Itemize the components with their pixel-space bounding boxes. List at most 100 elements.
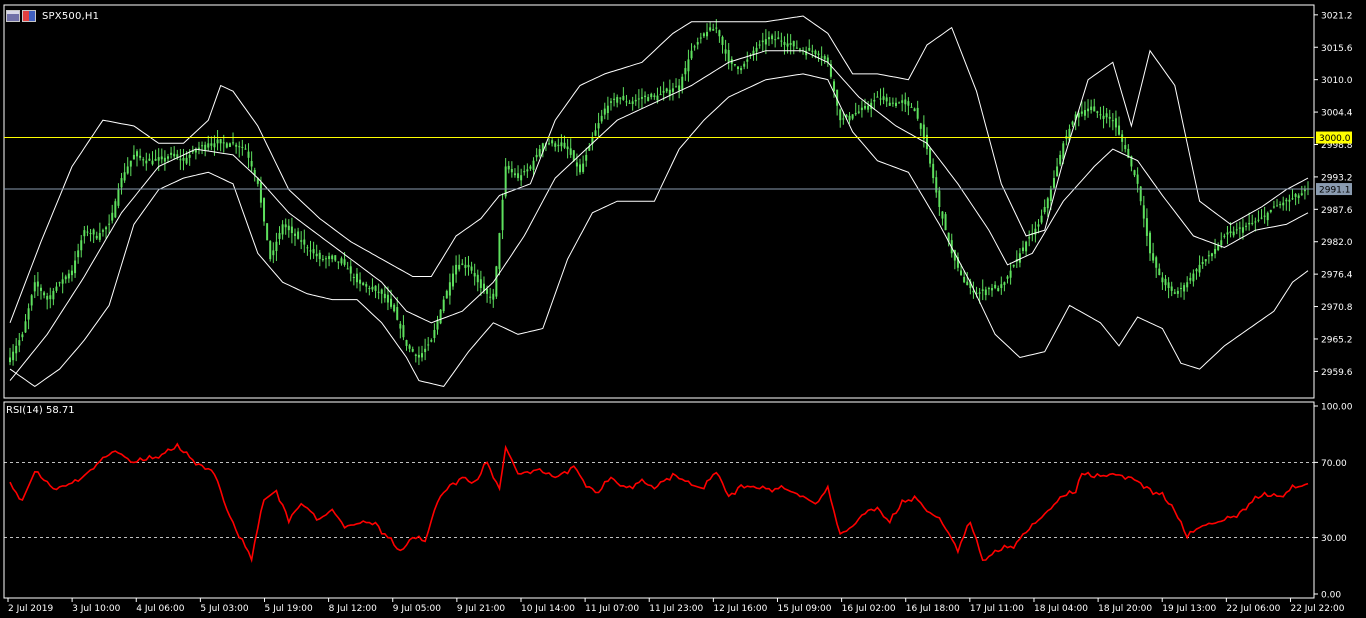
- candle-body: [1145, 218, 1148, 236]
- candle-body: [938, 190, 941, 207]
- candle-body: [36, 281, 39, 287]
- candle-body: [631, 101, 634, 105]
- candle-body: [1198, 264, 1201, 273]
- candle-body: [579, 164, 582, 173]
- candle-body: [597, 123, 600, 129]
- y-tick-label: 3004.4: [1321, 109, 1353, 119]
- candle-body: [287, 225, 290, 231]
- candle-body: [346, 268, 349, 270]
- candle-body: [1000, 284, 1003, 289]
- candle-body: [575, 162, 578, 167]
- candle-body: [898, 102, 901, 104]
- candle-body: [1018, 253, 1021, 263]
- candle-body: [891, 102, 894, 104]
- candle-body: [1124, 145, 1127, 150]
- candle-body: [960, 270, 963, 276]
- candle-body: [501, 199, 504, 231]
- candle-body: [706, 31, 709, 37]
- candle-body: [606, 105, 609, 114]
- x-tick-label: 22 Jul 06:00: [1226, 604, 1280, 614]
- candle-body: [402, 325, 405, 338]
- candle-body: [473, 272, 476, 277]
- candle-body: [1102, 115, 1105, 119]
- candle-body: [201, 145, 204, 147]
- candle-body: [1028, 237, 1031, 239]
- candle-body: [210, 143, 213, 146]
- candle-body: [885, 97, 888, 102]
- candle-body: [244, 148, 247, 150]
- x-tick-label: 18 Jul 20:00: [1098, 604, 1152, 614]
- trading-chart[interactable]: 3021.23015.63010.03004.42998.82993.22987…: [0, 0, 1366, 618]
- candle-body: [1142, 205, 1145, 219]
- candle-body: [241, 146, 244, 148]
- candle-body: [359, 279, 362, 284]
- candle-body: [894, 102, 897, 107]
- candle-body: [424, 348, 427, 353]
- candle-body: [560, 142, 563, 147]
- candle-body: [944, 214, 947, 231]
- x-tick-label: 5 Jul 19:00: [264, 604, 313, 614]
- bollinger-middle-band: [9, 50, 1309, 381]
- candle-body: [1161, 277, 1164, 283]
- x-tick-label: 11 Jul 23:00: [649, 604, 703, 614]
- candle-body: [445, 290, 448, 299]
- candle-body: [1210, 253, 1213, 257]
- candle-body: [461, 263, 464, 265]
- candle-body: [132, 154, 135, 160]
- x-tick-label: 8 Jul 12:00: [329, 604, 378, 614]
- candle-body: [1272, 206, 1275, 208]
- candle-body: [145, 160, 148, 164]
- candle-body: [9, 357, 11, 363]
- rsi-title: RSI(14) 58.71: [6, 405, 75, 416]
- candle-body: [941, 211, 944, 219]
- candle-body: [523, 171, 526, 173]
- x-tick-label: 3 Jul 10:00: [72, 604, 121, 614]
- candle-body: [1105, 113, 1108, 118]
- candle-body: [278, 233, 281, 239]
- candle-body: [510, 169, 513, 173]
- candle-body: [396, 307, 399, 320]
- y-tick-label: 3021.2: [1321, 11, 1353, 21]
- candle-body: [582, 163, 585, 172]
- candle-body: [188, 154, 191, 158]
- candle-body: [492, 293, 495, 300]
- candle-body: [860, 107, 863, 111]
- candle-body: [70, 270, 73, 276]
- symbol-flag-icon[interactable]: [22, 10, 36, 22]
- candle-body: [331, 255, 334, 260]
- candle-body: [498, 233, 501, 270]
- candle-body: [1152, 253, 1155, 261]
- candle-body: [1121, 134, 1124, 142]
- candle-body: [328, 256, 331, 260]
- x-tick-label: 15 Jul 09:00: [777, 604, 831, 614]
- candle-body: [833, 81, 836, 92]
- y-tick-label: 3015.6: [1321, 44, 1353, 54]
- symbol-label: SPX500,H1: [42, 10, 100, 22]
- bollinger-upper-band: [9, 15, 1309, 323]
- candle-body: [879, 98, 882, 100]
- candle-body: [228, 143, 231, 147]
- candle-body: [182, 158, 185, 161]
- candle-body: [1133, 170, 1136, 176]
- candle-body: [1186, 282, 1189, 288]
- candle-body: [1214, 248, 1217, 254]
- candle-body: [173, 153, 176, 157]
- candle-body: [355, 273, 358, 283]
- x-tick-label: 18 Jul 04:00: [1034, 604, 1088, 614]
- candle-body: [613, 98, 616, 100]
- candle-body: [532, 160, 535, 171]
- candle-body: [563, 142, 566, 148]
- candle-body: [551, 140, 554, 144]
- candle-body: [668, 89, 671, 96]
- x-tick-label: 5 Jul 03:00: [200, 604, 249, 614]
- candle-body: [166, 156, 169, 159]
- candle-body: [1282, 202, 1285, 206]
- candle-body: [919, 123, 922, 129]
- candle-body: [507, 165, 510, 170]
- candle-body: [39, 287, 42, 291]
- candle-body: [179, 159, 182, 161]
- chart-window-icon[interactable]: [6, 10, 20, 22]
- candle-body: [1025, 241, 1028, 252]
- candle-body: [771, 35, 774, 40]
- candle-body: [300, 240, 303, 242]
